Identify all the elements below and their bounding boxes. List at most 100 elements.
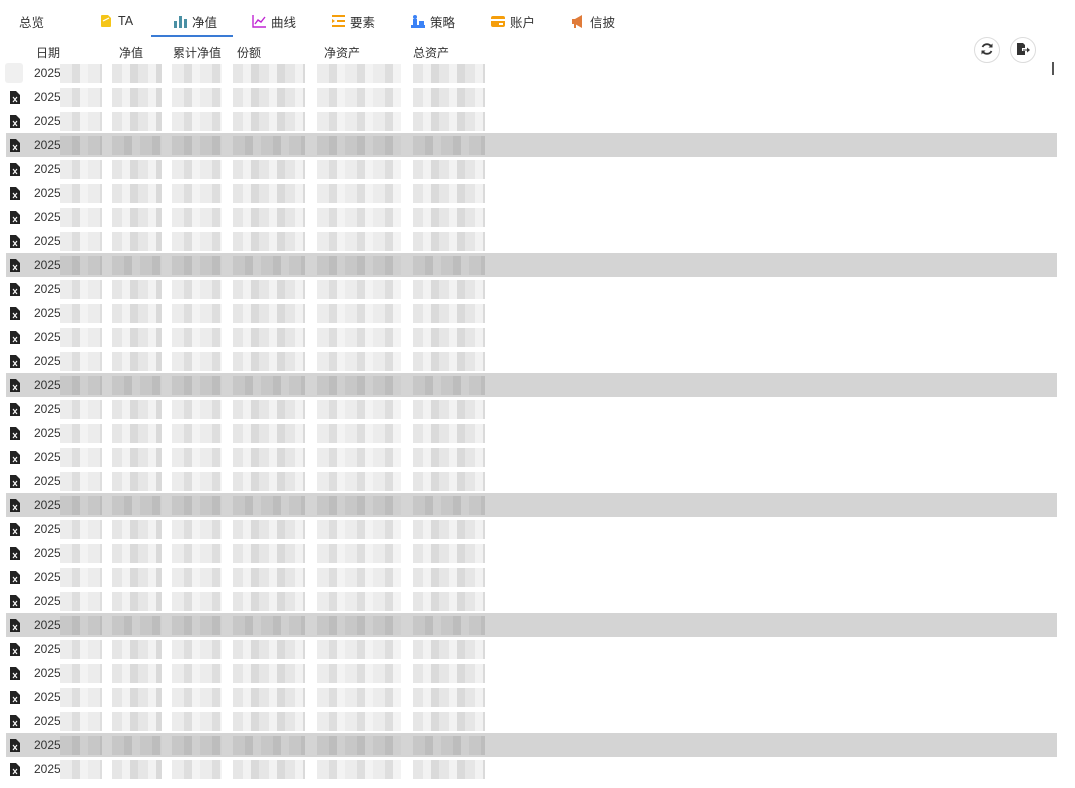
table-row[interactable]: 2025	[0, 205, 1075, 229]
column-header-net-assets[interactable]: 净资产	[324, 44, 360, 61]
table-row[interactable]: 2025	[0, 277, 1075, 301]
date-cell: 2025	[34, 642, 61, 656]
table-row[interactable]: 2025	[0, 301, 1075, 325]
table-row[interactable]: 2025	[0, 709, 1075, 733]
date-cell: 2025	[34, 690, 61, 704]
table-row[interactable]: 2025	[0, 445, 1075, 469]
table-row[interactable]: 2025	[0, 757, 1075, 781]
excel-file-icon[interactable]	[10, 187, 20, 200]
excel-file-icon[interactable]	[10, 139, 20, 152]
excel-file-icon[interactable]	[10, 331, 20, 344]
table-row[interactable]: 2025	[0, 325, 1075, 349]
excel-file-icon[interactable]	[10, 283, 20, 296]
column-header-nav[interactable]: 净值	[119, 44, 143, 61]
redacted-cell	[413, 280, 485, 299]
column-header-date[interactable]: 日期	[36, 44, 60, 61]
date-cell: 2025	[34, 378, 61, 392]
column-header-shares[interactable]: 份额	[237, 44, 261, 61]
tab-disclosure[interactable]: 信披	[571, 6, 615, 36]
excel-file-icon[interactable]	[10, 427, 20, 440]
tab-strategy[interactable]: 策略	[411, 6, 455, 36]
column-header-cumulative-nav[interactable]: 累计净值	[173, 44, 221, 61]
tab-ta[interactable]: TA	[99, 6, 133, 36]
redacted-cell	[413, 640, 485, 659]
tab-overview[interactable]: 总览	[19, 6, 44, 36]
table-row[interactable]: 2025	[0, 85, 1075, 109]
scrollbar-thumb[interactable]	[1052, 62, 1054, 75]
table-row[interactable]: 2025	[0, 157, 1075, 181]
excel-file-icon[interactable]	[10, 547, 20, 560]
excel-file-icon[interactable]	[10, 379, 20, 392]
row-select-stub[interactable]	[5, 63, 23, 83]
redacted-cell	[413, 304, 485, 323]
table-row[interactable]: 2025	[0, 253, 1075, 277]
table-row[interactable]: 2025	[0, 589, 1075, 613]
table-row[interactable]: 2025	[0, 565, 1075, 589]
tab-account[interactable]: 账户	[491, 6, 535, 36]
table-row[interactable]: 2025	[0, 421, 1075, 445]
date-cell: 2025	[34, 258, 61, 272]
redacted-cell	[317, 64, 401, 83]
table-row[interactable]: 2025	[0, 61, 1075, 85]
excel-file-icon[interactable]	[10, 739, 20, 752]
redacted-cell	[112, 184, 162, 203]
excel-file-icon[interactable]	[10, 571, 20, 584]
excel-file-icon[interactable]	[10, 763, 20, 776]
redacted-cell	[413, 520, 485, 539]
table-row[interactable]: 2025	[0, 541, 1075, 565]
excel-file-icon[interactable]	[10, 163, 20, 176]
redacted-cell	[112, 664, 162, 683]
excel-file-icon[interactable]	[10, 307, 20, 320]
excel-file-icon[interactable]	[10, 235, 20, 248]
excel-file-icon[interactable]	[10, 643, 20, 656]
table-row[interactable]: 2025	[0, 613, 1075, 637]
table-row[interactable]: 2025	[0, 181, 1075, 205]
redacted-cell	[60, 472, 102, 491]
export-button[interactable]	[1010, 37, 1036, 63]
redacted-cell	[172, 688, 222, 707]
table-row[interactable]: 2025	[0, 229, 1075, 253]
date-cell: 2025	[34, 306, 61, 320]
redacted-cell	[60, 328, 102, 347]
table-row[interactable]: 2025	[0, 733, 1075, 757]
table-row[interactable]: 2025	[0, 469, 1075, 493]
excel-file-icon[interactable]	[10, 259, 20, 272]
table-row[interactable]: 2025	[0, 373, 1075, 397]
redacted-cell	[233, 664, 305, 683]
table-row[interactable]: 2025	[0, 397, 1075, 421]
redacted-cell	[233, 400, 305, 419]
excel-file-icon[interactable]	[10, 451, 20, 464]
date-cell: 2025	[34, 66, 61, 80]
table-row[interactable]: 2025	[0, 517, 1075, 541]
excel-file-icon[interactable]	[10, 595, 20, 608]
redacted-cell	[60, 136, 102, 155]
excel-file-icon[interactable]	[10, 667, 20, 680]
excel-file-icon[interactable]	[10, 403, 20, 416]
table-row[interactable]: 2025	[0, 661, 1075, 685]
excel-file-icon[interactable]	[10, 91, 20, 104]
redacted-cell	[233, 232, 305, 251]
tab-elements[interactable]: 要素	[331, 6, 375, 36]
excel-file-icon[interactable]	[10, 211, 20, 224]
redacted-cell	[413, 472, 485, 491]
column-header-total-assets[interactable]: 总资产	[413, 44, 449, 61]
table-row[interactable]: 2025	[0, 493, 1075, 517]
excel-file-icon[interactable]	[10, 115, 20, 128]
excel-file-icon[interactable]	[10, 715, 20, 728]
tab-net-value[interactable]: 净值	[150, 6, 234, 37]
excel-file-icon[interactable]	[10, 355, 20, 368]
redacted-cell	[60, 208, 102, 227]
excel-file-icon[interactable]	[10, 619, 20, 632]
tab-curve[interactable]: 曲线	[252, 6, 296, 36]
excel-file-icon[interactable]	[10, 523, 20, 536]
table-row[interactable]: 2025	[0, 349, 1075, 373]
excel-file-icon[interactable]	[10, 499, 20, 512]
redacted-cell	[317, 232, 401, 251]
excel-file-icon[interactable]	[10, 691, 20, 704]
refresh-button[interactable]	[974, 37, 1000, 63]
table-row[interactable]: 2025	[0, 133, 1075, 157]
table-row[interactable]: 2025	[0, 109, 1075, 133]
excel-file-icon[interactable]	[10, 475, 20, 488]
table-row[interactable]: 2025	[0, 685, 1075, 709]
table-row[interactable]: 2025	[0, 637, 1075, 661]
